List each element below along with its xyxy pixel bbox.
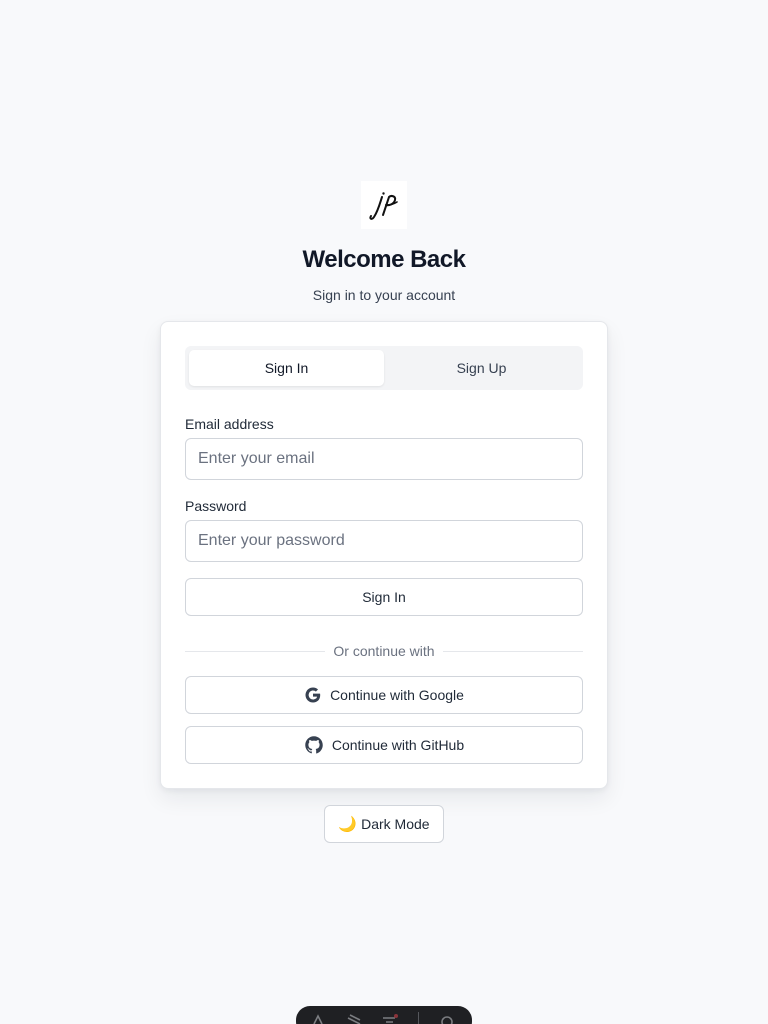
- email-label: Email address: [185, 416, 274, 432]
- toolbar-inspect-icon[interactable]: [310, 1014, 326, 1024]
- divider-text: Or continue with: [333, 643, 435, 659]
- google-sign-in-button[interactable]: Continue with Google: [185, 676, 583, 714]
- tab-sign-up[interactable]: Sign Up: [384, 350, 579, 386]
- password-field[interactable]: [185, 520, 583, 562]
- divider-line-left: [185, 650, 326, 652]
- dark-mode-label: Dark Mode: [361, 816, 430, 832]
- github-icon: [305, 736, 323, 754]
- auth-tabs: Sign In Sign Up: [185, 346, 583, 390]
- divider: Or continue with: [185, 641, 584, 661]
- jp-signature-icon: [369, 192, 398, 220]
- github-sign-in-button[interactable]: Continue with GitHub: [185, 726, 583, 764]
- moon-icon: 🌙: [338, 816, 358, 833]
- page-subtitle: Sign in to your account: [312, 287, 456, 303]
- toolbar-audit-icon[interactable]: [346, 1014, 362, 1024]
- divider-line-right: [442, 650, 584, 652]
- tab-sign-in[interactable]: Sign In: [189, 350, 384, 386]
- google-icon: [305, 687, 321, 703]
- toolbar-separator: [418, 1012, 419, 1024]
- toolbar-settings-icon[interactable]: [382, 1014, 398, 1024]
- toolbar-gear-icon[interactable]: [439, 1014, 455, 1024]
- sign-in-page: Welcome Back Sign in to your account Sig…: [0, 0, 768, 1024]
- page-title: Welcome Back: [302, 246, 466, 273]
- bottom-toolbar: [296, 1006, 472, 1024]
- jp-logo: [361, 181, 407, 229]
- dark-mode-toggle[interactable]: 🌙 Dark Mode: [324, 805, 444, 843]
- github-button-label: Continue with GitHub: [331, 737, 465, 753]
- email-field[interactable]: [185, 438, 583, 480]
- auth-card: Sign In Sign Up Email address Password S…: [160, 321, 608, 789]
- password-label: Password: [185, 498, 247, 514]
- google-button-label: Continue with Google: [330, 687, 464, 703]
- sign-in-button[interactable]: Sign In: [185, 578, 583, 616]
